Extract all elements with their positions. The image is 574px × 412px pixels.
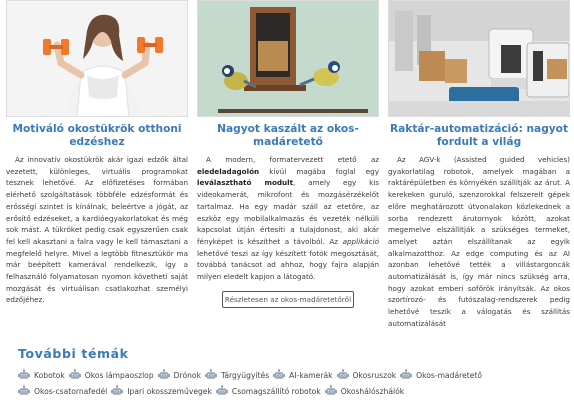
topic-link[interactable]: Okosruszok (336, 369, 397, 382)
topic-label: Ipari okosszeművegek (127, 387, 212, 396)
more-topics-heading: További témák (18, 346, 129, 361)
robot-icon (157, 369, 174, 382)
topic-link[interactable]: Okos-madáretető (400, 369, 482, 382)
article-body: Az AGV-k (Assisted guided vehicles) gyak… (388, 154, 570, 330)
article-title[interactable]: Nagyot kaszált az okos-madáretető (197, 123, 379, 148)
topic-label: Okoshálószhálók (340, 387, 405, 396)
article-body-text: Az innovatív okostükrök akár igazi edzők… (6, 155, 188, 305)
topic-label: Csomagszállító robotok (231, 387, 321, 396)
topic-label: Okos-csatornafedél (34, 387, 108, 396)
robot-icon (273, 369, 289, 382)
topic-label: Okosruszok (352, 371, 397, 380)
robot-icon (336, 369, 353, 382)
woman-dumbbells-icon (7, 1, 187, 116)
robot-icon (111, 385, 127, 398)
topic-label: Okos lámpaoszlop (84, 371, 154, 380)
topic-label: Drónok (173, 371, 201, 380)
article-body-text: lehetővé teszi az így készített fotók me… (197, 248, 379, 282)
article-card-bird-feeder: Nagyot kaszált az okos-madáretető A mode… (197, 0, 379, 308)
article-card-smart-mirror: Motiváló okostükrök otthoni edzéshez Az … (6, 0, 188, 306)
topic-link[interactable]: Drónok (157, 369, 201, 382)
article-body-text: Az AGV-k (Assisted guided vehicles) gyak… (388, 155, 570, 328)
article-body-text: kívül magába foglal egy (259, 166, 379, 176)
read-more-bird-feeder-button[interactable]: Részletesen az okos-madáretetőről (222, 290, 354, 308)
article-title[interactable]: Motiváló okostükrök otthoni edzéshez (6, 123, 188, 148)
robot-icon (324, 385, 341, 398)
article-body-bold: leválasztható modult (197, 178, 294, 188)
more-topics-section: További témák Kobotok Okos lámpaoszlop Dró… (18, 346, 566, 398)
topic-link[interactable]: Csomagszállító robotok (216, 385, 321, 398)
robot-icon (205, 369, 221, 382)
robot-icon (68, 369, 85, 382)
topic-link[interactable]: AI-kamerák (273, 369, 333, 382)
warehouse-robots-icon (389, 1, 569, 116)
article-body-text: A modern, formatervezett etető az (206, 155, 379, 164)
robot-icon (18, 385, 34, 398)
article-body: A modern, formatervezett etető az eledel… (197, 154, 379, 283)
article-image-bird-feeder[interactable] (197, 0, 379, 117)
robot-icon (400, 369, 416, 382)
birds-feeder-icon (198, 1, 378, 116)
robot-icon (18, 369, 34, 382)
article-image-smart-mirror[interactable] (6, 0, 188, 117)
topic-link[interactable]: Okoshálószhálók (324, 385, 405, 398)
topic-link[interactable]: Tárgyügyítés (205, 369, 269, 382)
article-body-italic: applikáció (342, 236, 379, 246)
topic-label: Kobotok (34, 371, 65, 380)
article-card-warehouse: Raktár-automatizáció: nagyot fordult a v… (388, 0, 570, 330)
topic-link[interactable]: Okos lámpaoszlop (68, 369, 154, 382)
topic-link[interactable]: Kobotok (18, 369, 65, 382)
topic-label: Tárgyügyítés (220, 371, 270, 380)
article-cards: Motiváló okostükrök otthoni edzéshez Az … (0, 0, 574, 340)
topic-label: AI-kamerák (289, 371, 333, 380)
article-body-text: , amely egy kis videokamerát, mikrofont … (197, 178, 379, 246)
article-body-bold: eledeladagolón (197, 166, 260, 176)
article-body: Az innovatív okostükrök akár igazi edzők… (6, 154, 188, 306)
robot-icon (216, 385, 232, 398)
topic-label: Okos-madáretető (416, 371, 483, 380)
article-image-warehouse[interactable] (388, 0, 570, 117)
article-title[interactable]: Raktár-automatizáció: nagyot fordult a v… (388, 123, 570, 148)
topic-link[interactable]: Ipari okosszeművegek (111, 385, 212, 398)
topic-link[interactable]: Okos-csatornafedél (18, 385, 107, 398)
topic-list: Kobotok Okos lámpaoszlop Drónok Tárgyügyíté… (18, 369, 566, 398)
